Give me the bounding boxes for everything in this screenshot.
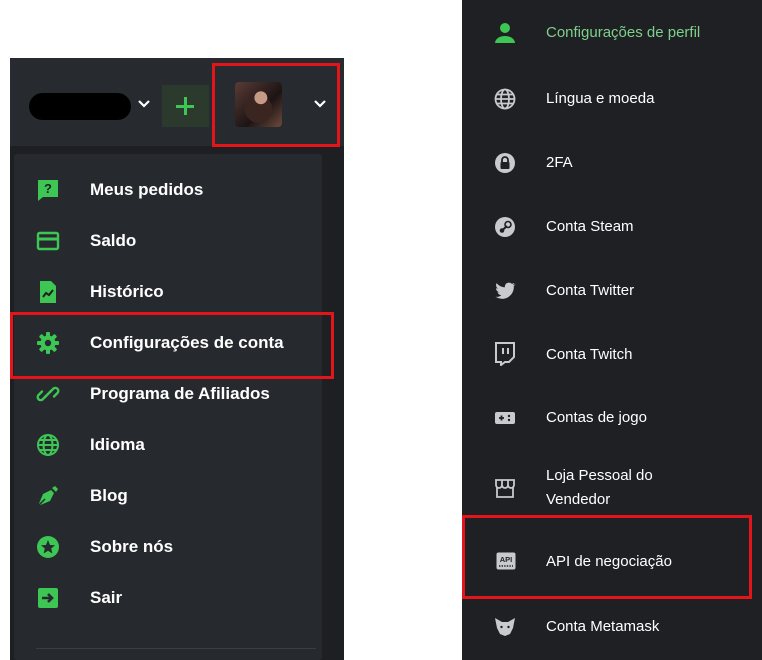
pen-nib-icon <box>37 486 58 507</box>
sidebar-item-label-line1: Loja Pessoal do <box>546 467 653 484</box>
link-icon <box>36 386 60 402</box>
user-icon <box>495 23 515 43</box>
menu-item-label: Programa de Afiliados <box>90 384 270 403</box>
menu-item-meus-pedidos[interactable]: ? Meus pedidos <box>14 170 322 210</box>
menu-item-label: Blog <box>90 486 128 505</box>
sidebar-item-conta-twitter[interactable]: Conta Twitter <box>462 276 762 306</box>
sidebar-item-label-line2: Vendedor <box>546 491 611 508</box>
add-funds-button[interactable] <box>162 85 209 127</box>
menu-item-blog[interactable]: Blog <box>14 476 322 516</box>
sidebar-item-label: Conta Twitter <box>546 282 635 299</box>
sidebar-item-conta-metamask[interactable]: Conta Metamask <box>462 612 762 642</box>
sidebar-item-label: Contas de jogo <box>546 409 647 426</box>
globe-icon <box>37 434 59 456</box>
steam-icon <box>495 217 515 237</box>
sidebar-item-contas-de-jogo[interactable]: Contas de jogo <box>462 403 762 433</box>
menu-item-saldo[interactable]: Saldo <box>14 221 322 261</box>
menu-item-label: Saldo <box>90 231 137 250</box>
exit-arrow-icon <box>38 588 58 608</box>
sidebar-item-configuracoes-de-perfil[interactable]: Configurações de perfil <box>462 18 762 48</box>
sidebar-item-label: Conta Metamask <box>546 618 660 635</box>
question-chat-icon: ? <box>38 180 58 201</box>
chevron-down-icon[interactable] <box>136 96 152 112</box>
svg-text:?: ? <box>44 181 52 196</box>
lock-icon <box>495 153 515 173</box>
sidebar-item-conta-twitch[interactable]: Conta Twitch <box>462 340 762 370</box>
menu-item-label: Sobre nós <box>90 537 174 556</box>
highlight-box-trading-api <box>462 515 752 599</box>
balance-pill[interactable] <box>29 93 131 120</box>
sidebar-item-label: Conta Twitch <box>546 346 633 363</box>
menu-item-label: Histórico <box>90 282 164 301</box>
account-menu: ? Meus pedidos Saldo Histórico Configura… <box>14 154 322 660</box>
menu-item-label: Idioma <box>90 435 145 454</box>
sidebar-item-loja-pessoal-do-vendedor[interactable]: Loja Pessoal do Vendedor <box>462 460 762 514</box>
menu-item-sobre-nos[interactable]: Sobre nós <box>14 527 322 567</box>
globe-icon <box>494 88 516 110</box>
menu-item-label: Sair <box>90 588 123 607</box>
sidebar-item-label: Configurações de perfil <box>546 24 701 41</box>
fox-icon <box>495 618 515 636</box>
sidebar-item-label: Conta Steam <box>546 218 634 235</box>
highlight-box-avatar <box>212 63 340 147</box>
chart-file-icon <box>40 281 56 303</box>
menu-item-historico[interactable]: Histórico <box>14 272 322 312</box>
sidebar-item-label: Língua e moeda <box>546 90 655 107</box>
highlight-box-account-settings <box>10 312 334 379</box>
menu-divider <box>36 648 316 649</box>
menu-item-sair[interactable]: Sair <box>14 578 322 618</box>
star-circle-icon <box>37 536 59 558</box>
store-icon <box>495 479 515 498</box>
menu-item-label: Meus pedidos <box>90 180 204 199</box>
gamepad-icon <box>495 412 515 424</box>
sidebar-item-lingua-e-moeda[interactable]: Língua e moeda <box>462 84 762 114</box>
credit-card-icon <box>36 231 60 251</box>
sidebar-item-2fa[interactable]: 2FA <box>462 148 762 178</box>
sidebar-item-label: 2FA <box>546 154 573 171</box>
twitch-icon <box>495 342 515 366</box>
twitter-icon <box>495 282 516 299</box>
menu-item-idioma[interactable]: Idioma <box>14 425 322 465</box>
sidebar-item-conta-steam[interactable]: Conta Steam <box>462 212 762 242</box>
menu-item-programa-de-afiliados[interactable]: Programa de Afiliados <box>14 374 322 414</box>
